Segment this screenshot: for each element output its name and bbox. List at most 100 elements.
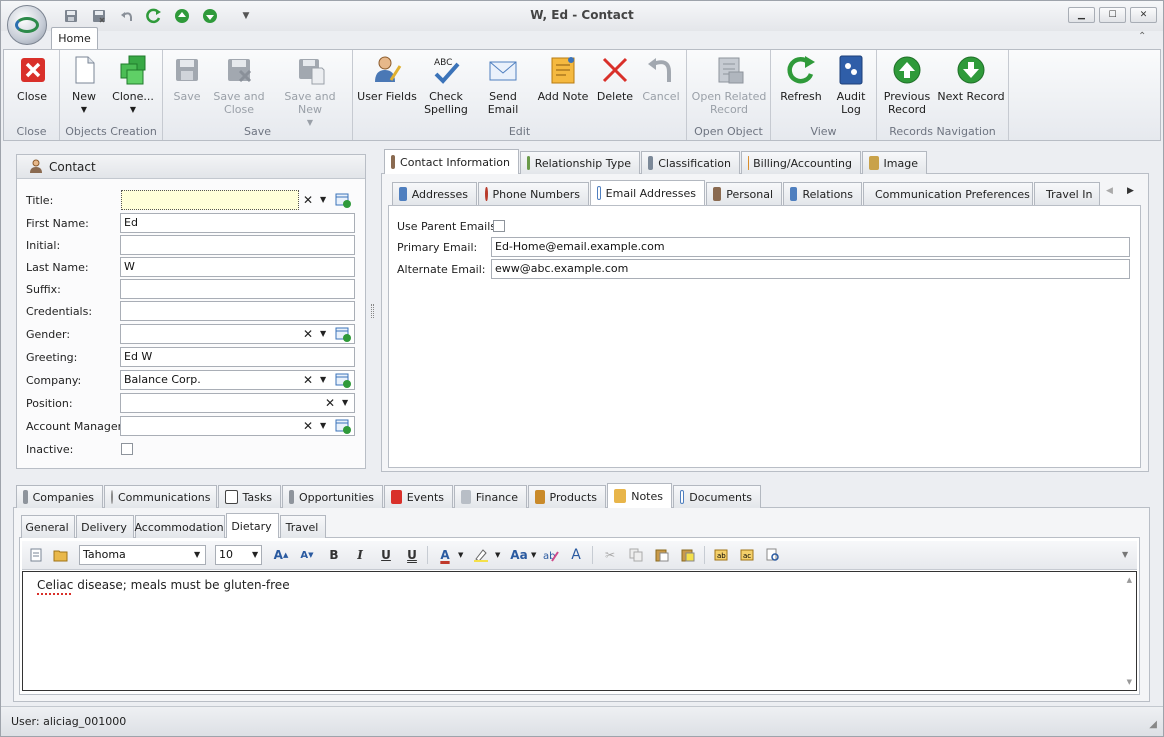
scroll-up-icon[interactable]: ▲ xyxy=(1127,576,1132,584)
tab-notes[interactable]: Notes xyxy=(607,483,672,508)
bold-icon[interactable]: B xyxy=(326,545,342,565)
resize-grip-icon[interactable]: ◢ xyxy=(1149,719,1157,730)
tab-companies[interactable]: Companies xyxy=(16,485,103,508)
tab-communications[interactable]: Communications xyxy=(104,485,217,508)
gender-clear-icon[interactable]: ✕ xyxy=(303,327,313,341)
change-case-dropdown-icon[interactable]: ▼ xyxy=(531,551,536,559)
greeting-field[interactable]: Ed W xyxy=(120,347,355,367)
toolbar-overflow-icon[interactable]: ▼ xyxy=(1122,550,1128,559)
open-folder-icon[interactable] xyxy=(52,545,70,565)
save-and-new-button[interactable]: Save and New ▼ xyxy=(271,54,349,127)
tab-email-addresses[interactable]: Email Addresses xyxy=(590,180,705,205)
tab-relations[interactable]: Relations xyxy=(783,182,862,205)
check-spelling-button[interactable]: ABC Check Spelling xyxy=(421,54,471,122)
next-record-button[interactable]: Next Record xyxy=(937,54,1005,122)
paste-icon[interactable] xyxy=(653,545,671,565)
first-name-field[interactable]: Ed xyxy=(120,213,355,233)
highlight-dropdown-icon[interactable]: ▼ xyxy=(495,551,500,559)
zoom-icon[interactable] xyxy=(764,545,782,565)
position-field[interactable] xyxy=(120,393,355,413)
position-clear-icon[interactable]: ✕ xyxy=(325,396,335,410)
scroll-down-icon[interactable]: ▼ xyxy=(1127,678,1132,686)
double-underline-icon[interactable]: U xyxy=(404,545,420,565)
open-related-record-button[interactable]: Open Related Record xyxy=(691,54,767,122)
tabs-scroll-left-icon[interactable]: ◀ xyxy=(1106,186,1113,196)
cancel-button[interactable]: Cancel xyxy=(639,54,683,122)
font-color-dropdown-icon[interactable]: ▼ xyxy=(458,551,463,559)
save-and-close-button[interactable]: Save and Close xyxy=(211,54,267,122)
position-dropdown-icon[interactable]: ▼ xyxy=(342,398,348,407)
gender-lookup-icon[interactable] xyxy=(335,326,351,345)
user-fields-button[interactable]: User Fields xyxy=(357,54,417,122)
last-name-field[interactable]: W xyxy=(120,257,355,277)
previous-record-button[interactable]: Previous Record xyxy=(881,54,933,122)
audit-log-button[interactable]: Audit Log xyxy=(829,54,873,122)
send-email-button[interactable]: Send Email xyxy=(473,54,533,122)
clear-formatting-icon[interactable]: ab xyxy=(542,545,560,565)
new-button[interactable]: New ▼ xyxy=(64,54,104,122)
find-icon[interactable]: ab xyxy=(712,545,730,565)
grow-font-icon[interactable]: A ▲ xyxy=(272,545,290,565)
add-note-button[interactable]: Add Note xyxy=(537,54,589,122)
company-lookup-icon[interactable] xyxy=(335,372,351,391)
primary-email-field[interactable]: Ed-Home@email.example.com xyxy=(491,237,1130,257)
tab-home[interactable]: Home xyxy=(51,27,98,50)
account-manager-clear-icon[interactable]: ✕ xyxy=(303,419,313,433)
splitter-handle[interactable] xyxy=(371,304,374,318)
new-doc-icon[interactable] xyxy=(28,545,44,565)
font-family-select[interactable]: Tahoma xyxy=(79,545,206,565)
tab-personal[interactable]: Personal xyxy=(706,182,782,205)
italic-icon[interactable]: I xyxy=(352,545,368,565)
font-size-dropdown-icon[interactable]: ▼ xyxy=(252,550,258,559)
replace-icon[interactable]: ac xyxy=(738,545,756,565)
tab-finance[interactable]: Finance xyxy=(454,485,527,508)
font-family-dropdown-icon[interactable]: ▼ xyxy=(194,550,200,559)
alternate-email-field[interactable]: eww@abc.example.com xyxy=(491,259,1130,279)
maximize-button[interactable]: ☐ xyxy=(1099,7,1126,23)
tab-travel-info[interactable]: Travel In xyxy=(1034,182,1100,205)
title-clear-icon[interactable]: ✕ xyxy=(303,193,313,207)
title-field[interactable] xyxy=(121,190,299,210)
account-manager-lookup-icon[interactable] xyxy=(335,418,351,437)
tab-phone-numbers[interactable]: Phone Numbers xyxy=(478,182,589,205)
tab-delivery[interactable]: Delivery xyxy=(76,515,134,538)
tab-accommodation[interactable]: Accommodation xyxy=(134,515,225,538)
tabs-scroll-right-icon[interactable]: ▶ xyxy=(1127,186,1134,196)
change-case-icon[interactable]: Aa xyxy=(508,545,530,565)
title-dropdown-icon[interactable]: ▼ xyxy=(320,195,326,204)
tab-relationship-type[interactable]: Relationship Type xyxy=(520,151,640,174)
clone-button[interactable]: Clone... ▼ xyxy=(108,54,158,122)
highlight-icon[interactable] xyxy=(471,545,491,565)
tab-contact-information[interactable]: Contact Information xyxy=(384,149,519,174)
copy-icon[interactable] xyxy=(627,545,645,565)
font-dialog-icon[interactable]: A xyxy=(568,545,584,565)
collapse-ribbon-icon[interactable]: ⌃ xyxy=(1138,31,1146,42)
tab-tasks[interactable]: Tasks xyxy=(218,485,281,508)
tab-addresses[interactable]: Addresses xyxy=(392,182,477,205)
tab-image[interactable]: Image xyxy=(862,151,927,174)
suffix-field[interactable] xyxy=(120,279,355,299)
close-window-button[interactable]: ✕ xyxy=(1130,7,1157,23)
title-lookup-icon[interactable] xyxy=(335,192,351,211)
cut-icon[interactable]: ✂ xyxy=(601,545,619,565)
underline-icon[interactable]: U xyxy=(378,545,394,565)
font-color-icon[interactable]: A xyxy=(436,545,454,565)
save-button[interactable]: Save xyxy=(167,54,207,122)
use-parent-emails-checkbox[interactable] xyxy=(493,220,505,232)
tab-travel[interactable]: Travel xyxy=(280,515,326,538)
credentials-field[interactable] xyxy=(120,301,355,321)
account-manager-dropdown-icon[interactable]: ▼ xyxy=(320,421,326,430)
company-clear-icon[interactable]: ✕ xyxy=(303,373,313,387)
tab-dietary[interactable]: Dietary xyxy=(226,513,279,538)
tab-general[interactable]: General xyxy=(21,515,75,538)
note-editor[interactable]: Celiac disease; meals must be gluten-fre… xyxy=(22,571,1137,691)
tab-classification[interactable]: Classification xyxy=(641,151,740,174)
tab-documents[interactable]: Documents xyxy=(673,485,761,508)
tab-billing-accounting[interactable]: Billing/Accounting xyxy=(741,151,861,174)
initial-field[interactable] xyxy=(120,235,355,255)
paste-special-icon[interactable] xyxy=(679,545,697,565)
shrink-font-icon[interactable]: A ▼ xyxy=(298,545,316,565)
tab-events[interactable]: Events xyxy=(384,485,453,508)
tab-products[interactable]: Products xyxy=(528,485,606,508)
gender-dropdown-icon[interactable]: ▼ xyxy=(320,329,326,338)
